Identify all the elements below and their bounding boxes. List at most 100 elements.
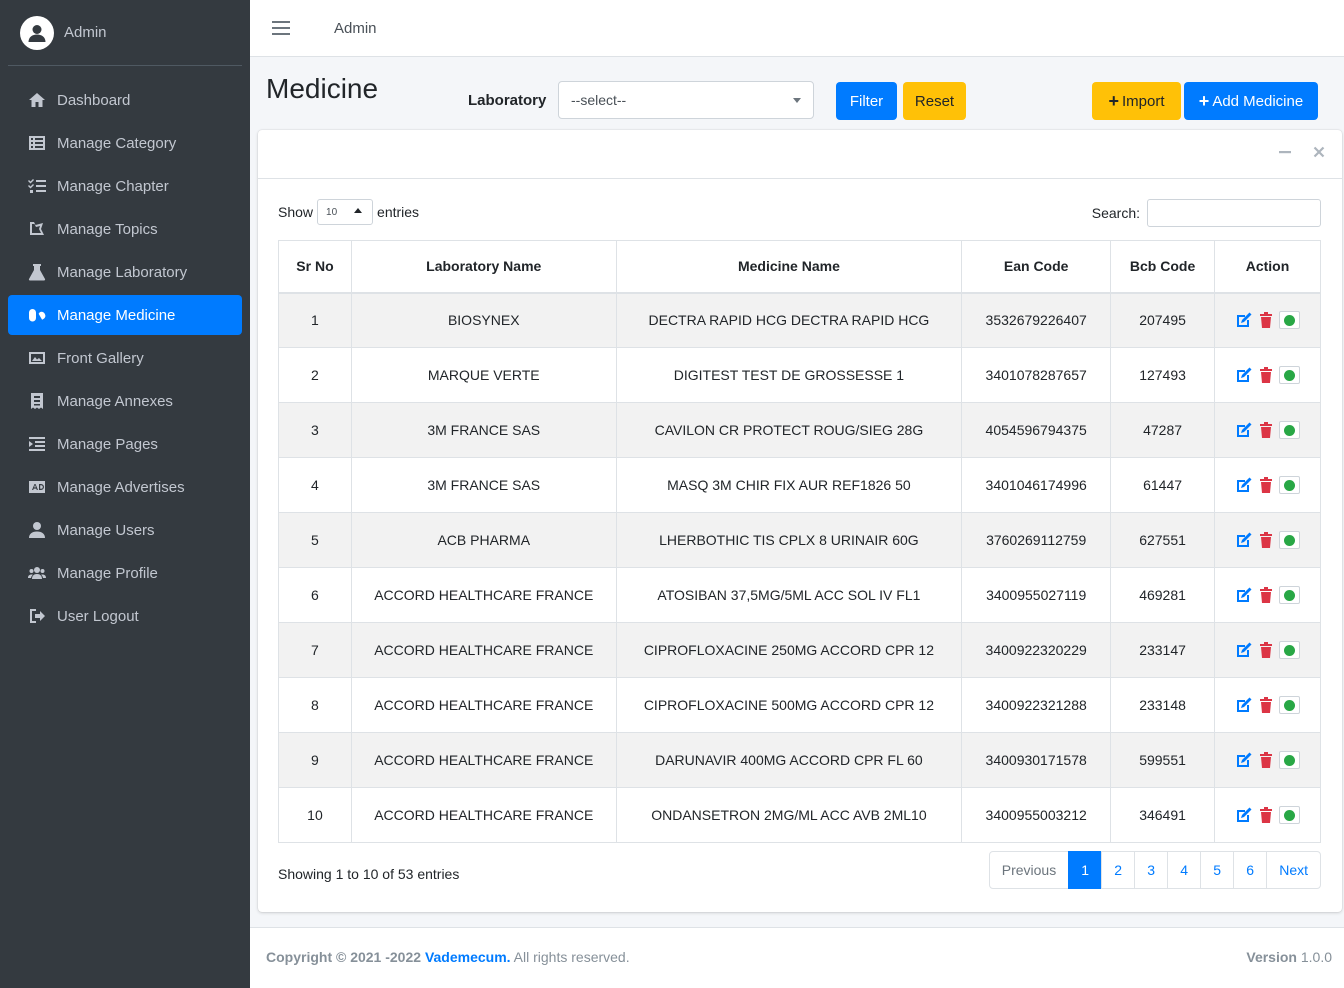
cell-ean-code: 3400955027119 bbox=[961, 567, 1112, 623]
status-toggle-button[interactable] bbox=[1279, 366, 1300, 384]
column-header-sr-no[interactable]: Sr No bbox=[278, 240, 352, 294]
cell-bcb-code: 346491 bbox=[1110, 787, 1216, 843]
trash-icon[interactable] bbox=[1257, 366, 1275, 384]
top-admin-link[interactable]: Admin bbox=[334, 20, 377, 37]
table-row: 2 MARQUE VERTE DIGITEST TEST DE GROSSESSE … bbox=[278, 347, 1321, 403]
status-toggle-button[interactable] bbox=[1279, 476, 1300, 494]
status-toggle-button[interactable] bbox=[1279, 806, 1300, 824]
previous-page-button[interactable]: Previous bbox=[988, 851, 1070, 889]
sidebar-item-manage-category[interactable]: Manage Category bbox=[8, 123, 242, 163]
search-input[interactable] bbox=[1147, 199, 1321, 227]
user-icon bbox=[28, 521, 46, 539]
next-page-button[interactable]: Next bbox=[1266, 851, 1321, 889]
sidebar-item-manage-chapter[interactable]: Manage Chapter bbox=[8, 166, 242, 206]
cell-ean-code: 3400922321288 bbox=[961, 677, 1112, 733]
edit-icon[interactable] bbox=[1235, 476, 1253, 494]
sidebar-item-manage-profile[interactable]: Manage Profile bbox=[8, 553, 242, 593]
column-header-laboratory-name[interactable]: Laboratory Name bbox=[350, 240, 617, 294]
add-medicine-button[interactable]: + Add Medicine bbox=[1184, 82, 1318, 120]
sidebar-item-front-gallery[interactable]: Front Gallery bbox=[8, 338, 242, 378]
cell-ean-code: 3760269112759 bbox=[961, 512, 1112, 568]
close-icon[interactable] bbox=[1313, 145, 1325, 163]
pagination: Previous 123456 Next bbox=[988, 851, 1321, 889]
status-toggle-button[interactable] bbox=[1279, 421, 1300, 439]
edit-icon[interactable] bbox=[1235, 421, 1253, 439]
sidebar-item-manage-laboratory[interactable]: Manage Laboratory bbox=[8, 252, 242, 292]
cell-action bbox=[1214, 677, 1321, 733]
status-toggle-button[interactable] bbox=[1279, 751, 1300, 769]
sidebar: Admin Dashboard Manage Category Manage C… bbox=[0, 0, 250, 988]
sidebar-item-manage-topics[interactable]: Manage Topics bbox=[8, 209, 242, 249]
cell-action bbox=[1214, 402, 1321, 458]
cell-bcb-code: 599551 bbox=[1110, 732, 1216, 788]
cell-sr-no: 3 bbox=[278, 402, 352, 458]
trash-icon[interactable] bbox=[1257, 421, 1275, 439]
cell-ean-code: 4054596794375 bbox=[961, 402, 1112, 458]
sidebar-item-label: User Logout bbox=[57, 607, 139, 625]
rights-text: All rights reserved. bbox=[513, 949, 630, 965]
import-button[interactable]: + Import bbox=[1092, 82, 1181, 120]
cell-ean-code: 3532679226407 bbox=[961, 292, 1112, 348]
edit-icon[interactable] bbox=[1235, 696, 1253, 714]
entries-length-select[interactable]: 10 bbox=[317, 199, 374, 225]
sidebar-item-label: Manage Topics bbox=[57, 220, 158, 238]
column-header-ean-code[interactable]: Ean Code bbox=[961, 240, 1112, 294]
status-toggle-button[interactable] bbox=[1279, 696, 1300, 714]
page-list: 123456 bbox=[1068, 851, 1268, 889]
hamburger-menu-icon[interactable] bbox=[272, 21, 290, 35]
brand-link[interactable]: Vademecum. bbox=[425, 949, 511, 965]
trash-icon[interactable] bbox=[1257, 696, 1275, 714]
cell-medicine-name: LHERBOTHIC TIS CPLX 8 URINAIR 60G bbox=[615, 512, 963, 568]
column-header-bcb-code[interactable]: Bcb Code bbox=[1110, 240, 1216, 294]
sidebar-item-manage-medicine[interactable]: Manage Medicine bbox=[8, 295, 242, 335]
edit-icon[interactable] bbox=[1235, 311, 1253, 329]
trash-icon[interactable] bbox=[1257, 531, 1275, 549]
status-dot-icon bbox=[1284, 809, 1295, 821]
row-actions bbox=[1215, 751, 1320, 769]
edit-icon[interactable] bbox=[1235, 806, 1253, 824]
status-toggle-button[interactable] bbox=[1279, 531, 1300, 549]
sidebar-item-user-logout[interactable]: User Logout bbox=[8, 596, 242, 636]
table-row: 9 ACCORD HEALTHCARE FRANCE DARUNAVIR 400MG… bbox=[278, 732, 1321, 788]
trash-icon[interactable] bbox=[1257, 311, 1275, 329]
sidebar-item-manage-advertises[interactable]: Manage Advertises bbox=[8, 467, 242, 507]
trash-icon[interactable] bbox=[1257, 806, 1275, 824]
page-button-5[interactable]: 5 bbox=[1200, 851, 1235, 889]
table-header-row: Sr No Laboratory Name Medicine Name Ean … bbox=[278, 240, 1321, 294]
trash-icon[interactable] bbox=[1257, 641, 1275, 659]
cell-sr-no: 7 bbox=[278, 622, 352, 678]
edit-icon[interactable] bbox=[1235, 586, 1253, 604]
laboratory-select[interactable]: --select-- bbox=[558, 81, 814, 119]
trash-icon[interactable] bbox=[1257, 586, 1275, 604]
image-icon bbox=[28, 349, 46, 367]
sidebar-item-manage-users[interactable]: Manage Users bbox=[8, 510, 242, 550]
page-button-3[interactable]: 3 bbox=[1134, 851, 1169, 889]
column-header-medicine-name[interactable]: Medicine Name bbox=[615, 240, 963, 294]
laboratory-select-value: --select-- bbox=[571, 92, 627, 108]
card-header bbox=[258, 130, 1342, 179]
status-toggle-button[interactable] bbox=[1279, 311, 1300, 330]
page-button-1[interactable]: 1 bbox=[1068, 851, 1103, 889]
sidebar-item-manage-pages[interactable]: Manage Pages bbox=[8, 424, 242, 464]
row-actions bbox=[1215, 421, 1320, 439]
reset-button[interactable]: Reset bbox=[903, 82, 966, 120]
trash-icon[interactable] bbox=[1257, 751, 1275, 769]
status-dot-icon bbox=[1284, 589, 1295, 601]
page-button-2[interactable]: 2 bbox=[1101, 851, 1136, 889]
user-panel[interactable]: Admin bbox=[8, 0, 242, 66]
edit-icon[interactable] bbox=[1235, 366, 1253, 384]
edit-icon[interactable] bbox=[1235, 531, 1253, 549]
cell-medicine-name: ATOSIBAN 37,5MG/5ML ACC SOL IV FL1 bbox=[615, 567, 963, 623]
trash-icon[interactable] bbox=[1257, 476, 1275, 494]
table-row: 1 BIOSYNEX DECTRA RAPID HCG DECTRA RAPID H… bbox=[278, 292, 1321, 348]
page-button-6[interactable]: 6 bbox=[1233, 851, 1268, 889]
status-toggle-button[interactable] bbox=[1279, 641, 1300, 659]
collapse-minus-icon[interactable] bbox=[1278, 145, 1292, 164]
status-toggle-button[interactable] bbox=[1279, 586, 1300, 604]
edit-icon[interactable] bbox=[1235, 641, 1253, 659]
sidebar-item-manage-annexes[interactable]: Manage Annexes bbox=[8, 381, 242, 421]
edit-icon[interactable] bbox=[1235, 751, 1253, 769]
sidebar-item-dashboard[interactable]: Dashboard bbox=[8, 80, 242, 120]
filter-button[interactable]: Filter bbox=[836, 82, 897, 120]
page-button-4[interactable]: 4 bbox=[1167, 851, 1202, 889]
